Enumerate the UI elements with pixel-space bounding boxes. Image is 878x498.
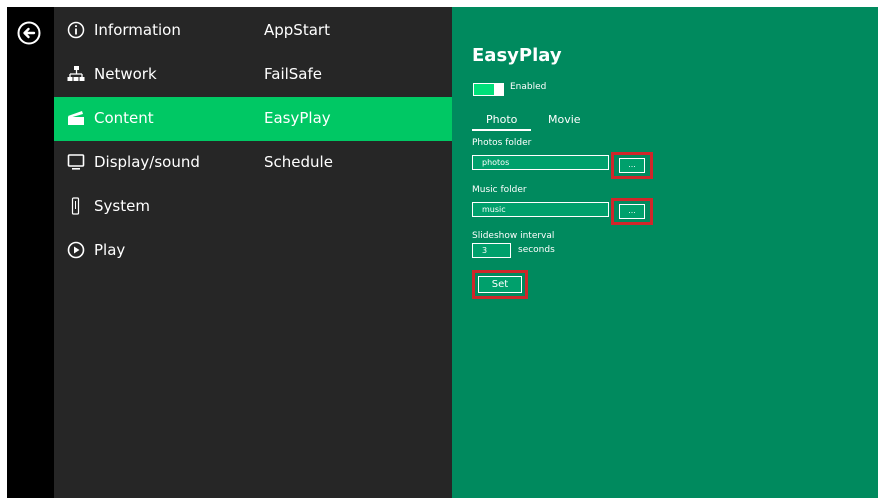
interval-unit-label: seconds (518, 245, 555, 255)
slideshow-interval-input[interactable]: 3 (472, 243, 511, 258)
menu-item-network[interactable]: Network FailSafe (54, 53, 452, 97)
menu-item-label: System (94, 197, 150, 215)
submenu-item-failsafe[interactable]: FailSafe (264, 65, 322, 83)
menu-item-system[interactable]: System (54, 185, 452, 229)
enabled-toggle[interactable] (473, 83, 504, 96)
menu-item-display-sound[interactable]: Display/sound Schedule (54, 141, 452, 185)
back-arrow-icon[interactable] (17, 21, 41, 45)
photos-browse-button[interactable]: ... (619, 158, 645, 173)
info-icon (67, 21, 85, 39)
music-browse-highlight: ... (611, 198, 653, 225)
tab-movie[interactable]: Movie (548, 113, 581, 126)
toggle-knob (494, 84, 503, 95)
menu-item-label: Play (94, 241, 126, 259)
submenu-item-appstart[interactable]: AppStart (264, 21, 330, 39)
easyplay-panel: EasyPlay Enabled Photo Movie Photos fold… (452, 7, 878, 498)
music-folder-label: Music folder (472, 185, 527, 195)
clapperboard-icon (68, 111, 84, 125)
network-icon (67, 66, 85, 81)
photos-browse-highlight: ... (611, 152, 653, 179)
menu-item-content[interactable]: Content EasyPlay (54, 97, 452, 141)
play-icon (67, 241, 85, 259)
menu-item-play[interactable]: Play (54, 229, 452, 273)
menu-item-information[interactable]: Information AppStart (54, 9, 452, 53)
back-bar (7, 7, 54, 498)
app-window: Information AppStart Network FailSafe Co… (7, 7, 878, 498)
music-browse-button[interactable]: ... (619, 204, 645, 219)
phone-icon (71, 197, 80, 215)
photos-folder-input[interactable]: photos (472, 155, 609, 170)
active-tab-indicator (472, 129, 531, 131)
menu-item-label: Information (94, 21, 181, 39)
menu-item-label: Network (94, 65, 157, 83)
photos-folder-label: Photos folder (472, 138, 532, 148)
monitor-icon (67, 154, 85, 170)
submenu-item-easyplay[interactable]: EasyPlay (264, 109, 331, 127)
submenu-item-schedule[interactable]: Schedule (264, 153, 333, 171)
slideshow-interval-label: Slideshow interval (472, 231, 555, 241)
menu-item-label: Content (94, 109, 154, 127)
page-title: EasyPlay (472, 45, 562, 66)
settings-menu: Information AppStart Network FailSafe Co… (54, 7, 452, 498)
set-button-highlight: Set (472, 270, 528, 299)
music-folder-input[interactable]: music (472, 202, 609, 217)
set-button[interactable]: Set (478, 276, 522, 293)
menu-item-label: Display/sound (94, 153, 200, 171)
toggle-label: Enabled (510, 82, 547, 92)
tab-photo[interactable]: Photo (486, 113, 517, 126)
